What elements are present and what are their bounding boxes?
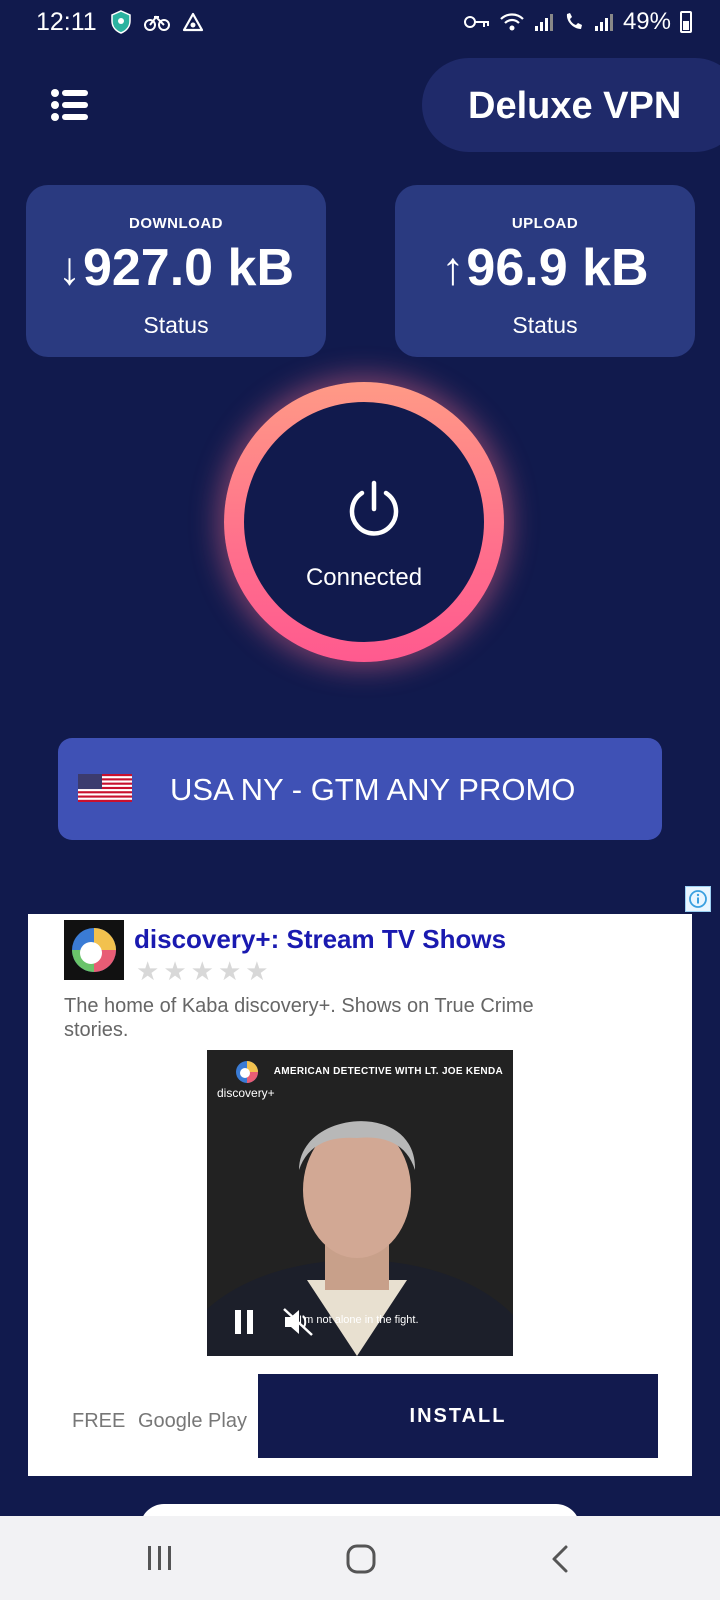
menu-button[interactable]	[50, 88, 90, 122]
system-nav-bar	[0, 1516, 720, 1600]
star-icon: ★	[190, 956, 214, 986]
upload-card: UPLOAD ↑ 96.9 kB Status	[395, 185, 695, 357]
app-title: Deluxe VPN	[468, 85, 682, 127]
download-status: Status	[143, 312, 209, 338]
ad-store: Google Play	[138, 1410, 247, 1432]
star-icon: ★	[136, 956, 160, 986]
ad-card[interactable]: discovery+: Stream TV Shows ★ ★ ★ ★ ★ Th…	[28, 914, 692, 1476]
ad-video[interactable]: discovery+ AMERICAN DETECTIVE WITH LT. J…	[207, 1050, 513, 1356]
ad-title[interactable]: discovery+: Stream TV Shows	[134, 924, 506, 955]
us-flag-icon	[78, 774, 132, 802]
signal-icon	[534, 14, 553, 31]
discovery-small-logo-icon	[236, 1061, 258, 1083]
mute-icon[interactable]	[281, 1306, 315, 1338]
wifi-calling-icon	[566, 13, 582, 29]
status-time: 12:11	[36, 8, 97, 36]
key-icon	[463, 16, 489, 28]
battery-icon	[680, 11, 692, 33]
back-icon[interactable]	[550, 1544, 570, 1574]
ad-info-icon[interactable]	[685, 886, 711, 912]
upload-label: UPLOAD	[511, 215, 579, 232]
triangle-icon	[182, 12, 204, 32]
app-title-pill: Deluxe VPN	[422, 58, 720, 152]
download-card: DOWNLOAD ↓ 927.0 kB Status	[26, 185, 326, 357]
server-name: USA NY - GTM ANY PROMO	[170, 772, 576, 807]
discovery-logo-icon	[64, 920, 124, 980]
home-icon[interactable]	[346, 1544, 376, 1574]
shield-icon	[111, 10, 131, 34]
ad-description: The home of Kaba discovery+. Shows on Tr…	[64, 995, 534, 1041]
bike-icon	[144, 15, 170, 31]
wifi-icon	[500, 13, 524, 31]
star-icon: ★	[217, 956, 242, 986]
video-subtitle: I'm not alone in the fight.	[299, 1314, 419, 1326]
pause-icon[interactable]	[233, 1308, 255, 1336]
list-menu-icon	[51, 89, 88, 121]
rating-stars: ★ ★ ★ ★ ★	[136, 956, 269, 987]
server-selector-button[interactable]: USA NY - GTM ANY PROMO	[58, 738, 662, 840]
signal-icon-2	[594, 14, 613, 31]
upload-value: 96.9 kB	[466, 239, 649, 297]
star-icon: ★	[163, 956, 187, 986]
connection-status: Connected	[305, 564, 423, 591]
install-button[interactable]: INSTALL	[258, 1374, 658, 1458]
arrow-up-icon: ↑	[441, 242, 465, 294]
recent-apps-icon[interactable]	[146, 1544, 174, 1572]
download-label: DOWNLOAD	[129, 215, 223, 232]
upload-status: Status	[512, 312, 578, 338]
video-caption: AMERICAN DETECTIVE WITH LT. JOE KENDA	[273, 1066, 503, 1077]
status-bar: 12:11 49%	[0, 0, 720, 46]
ad-price: FREE	[72, 1410, 126, 1432]
battery-percent: 49%	[622, 8, 671, 35]
video-brand: discovery+	[217, 1086, 275, 1100]
download-value: 927.0 kB	[82, 239, 295, 297]
connect-button[interactable]: Connected	[224, 382, 504, 662]
arrow-down-icon: ↓	[57, 242, 81, 294]
power-icon	[349, 480, 399, 536]
star-icon: ★	[245, 956, 269, 986]
